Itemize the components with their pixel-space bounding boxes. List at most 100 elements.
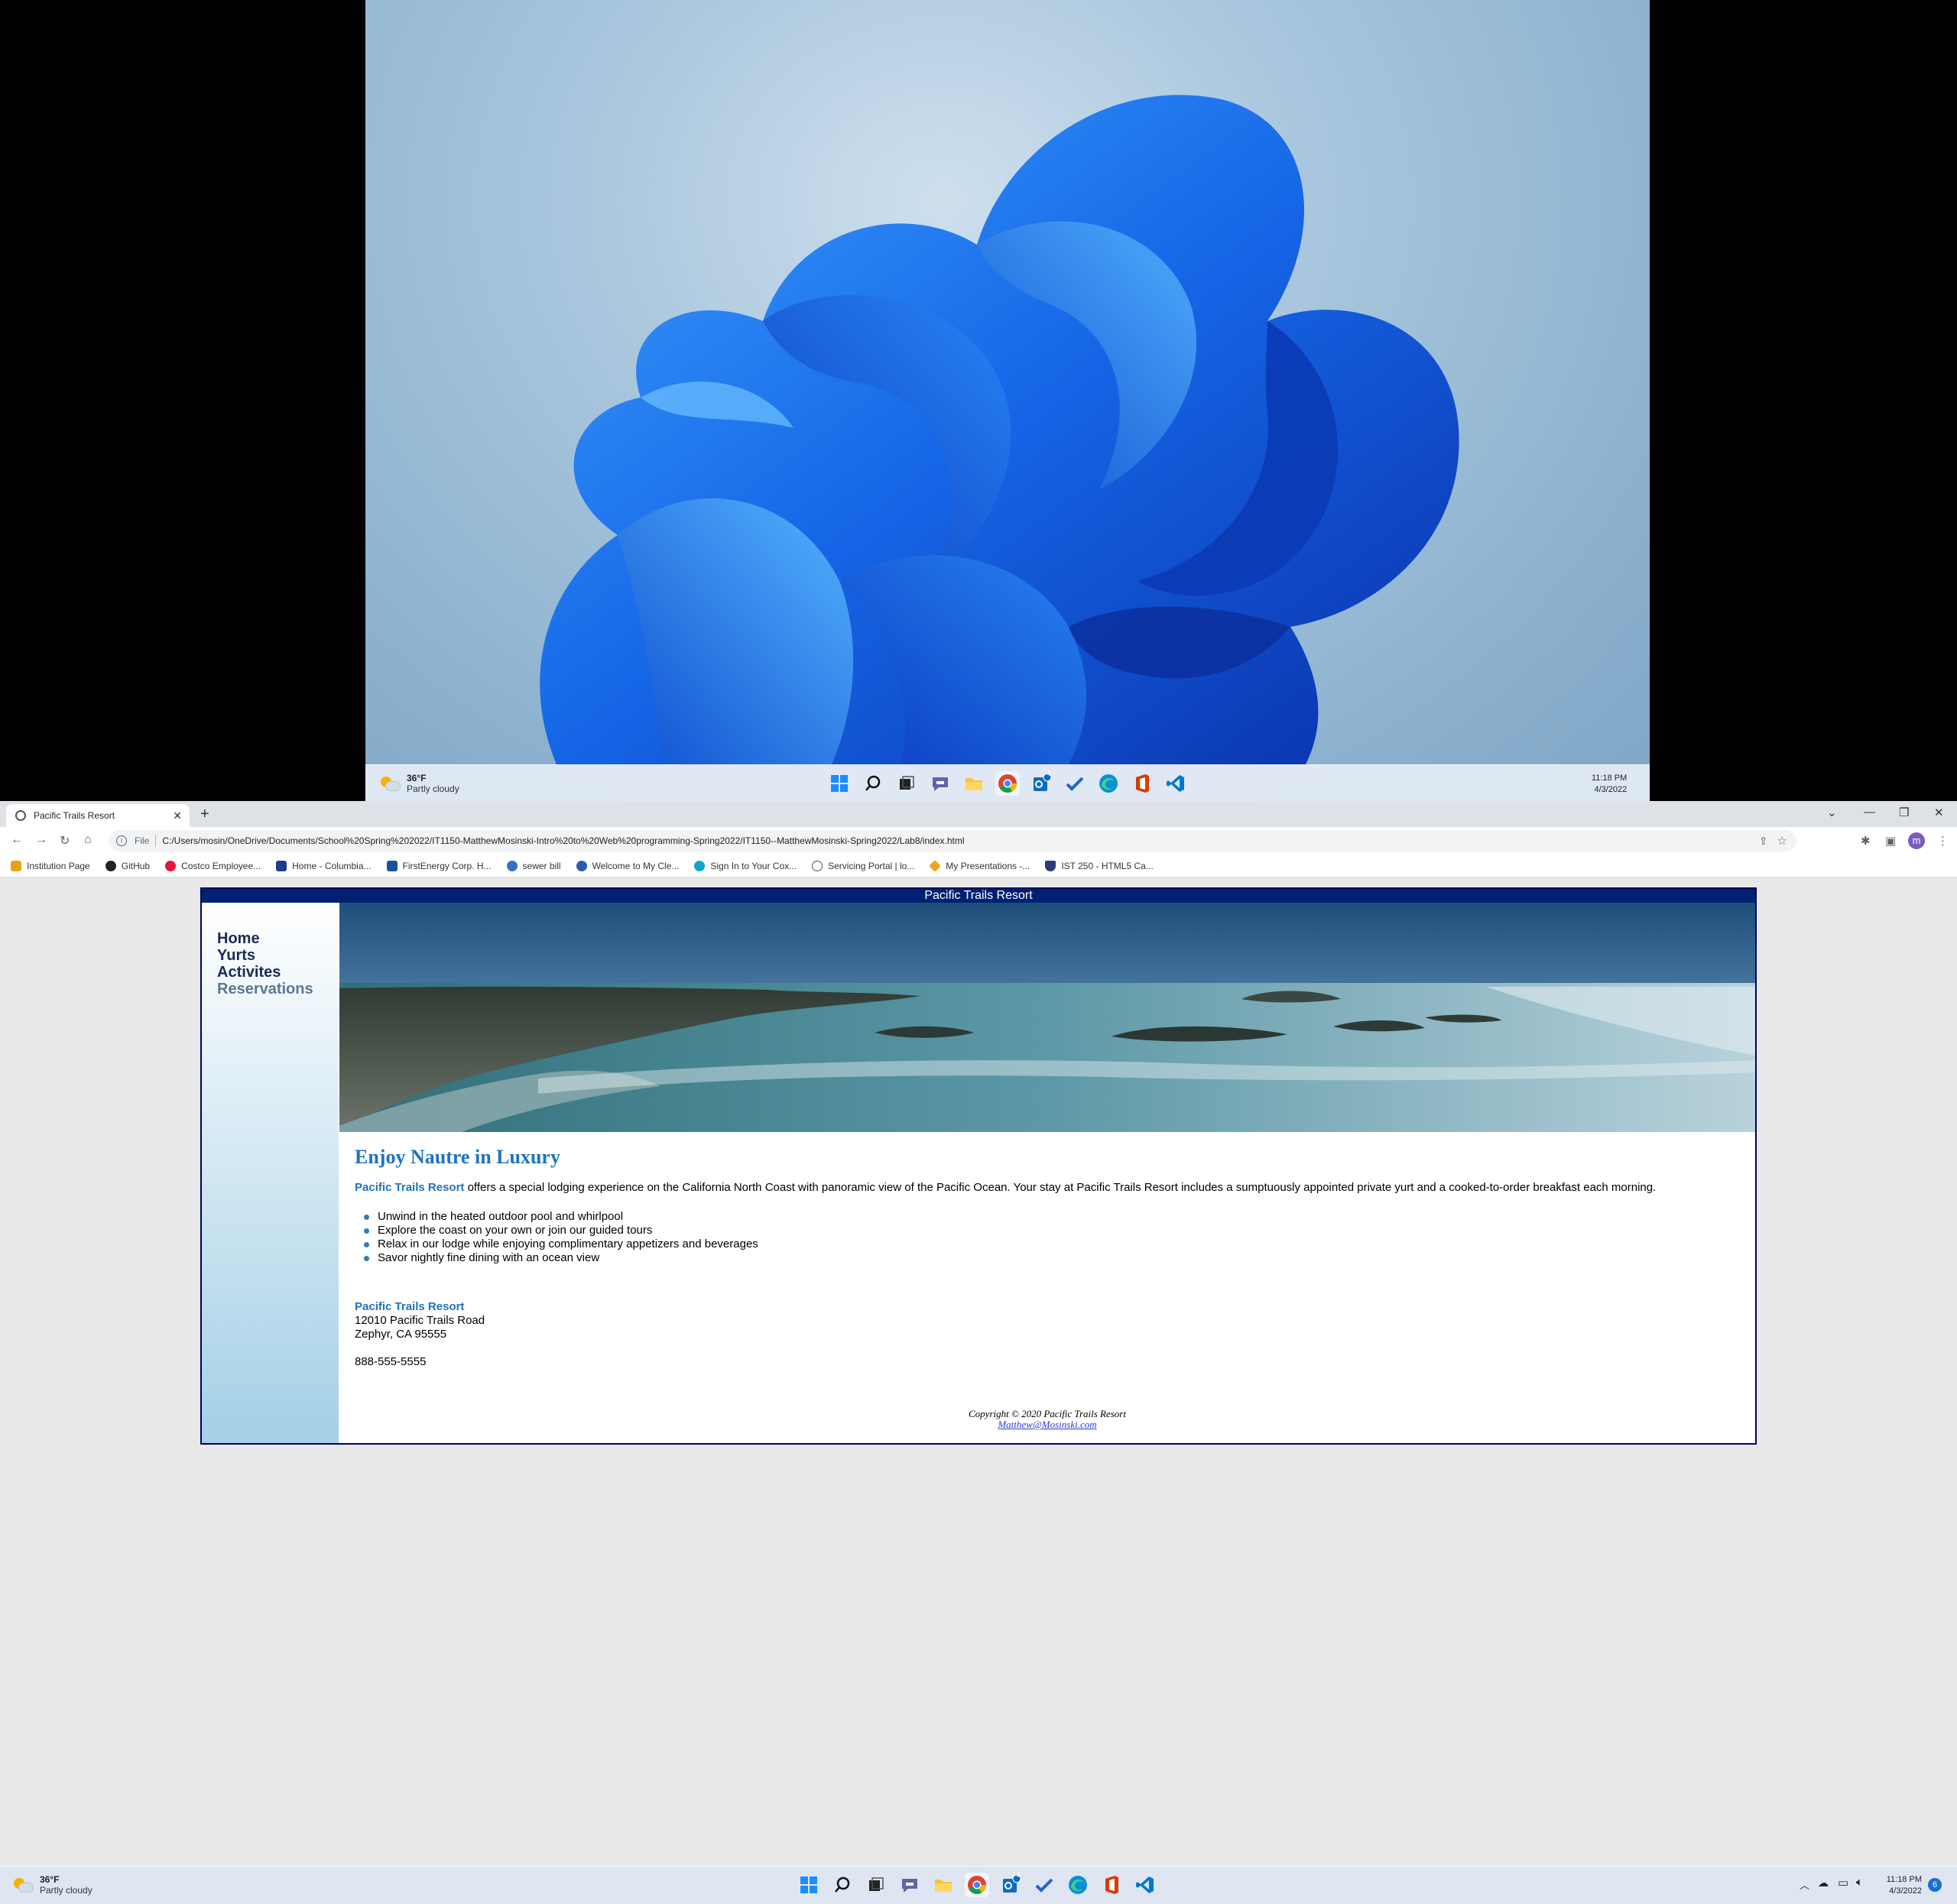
weather-widget[interactable]: 36°F Partly cloudy — [381, 773, 459, 794]
clock-time: 11:18 PM — [1886, 1875, 1922, 1884]
teams-chat-icon[interactable] — [897, 1873, 922, 1897]
address-line1: 12010 Pacific Trails Road — [355, 1314, 485, 1327]
taskbar-apps: 4 — [797, 1871, 1157, 1897]
page-heading: Enjoy Nautre in Luxury — [355, 1146, 560, 1168]
extensions-icon[interactable]: ✱ — [1861, 834, 1871, 848]
address-line2: Zephyr, CA 95555 — [355, 1328, 447, 1341]
bookmark-servicing-portal[interactable]: Servicing Portal | lo... — [812, 860, 914, 871]
contact-info: Pacific Trails Resort 12010 Pacific Trai… — [355, 1300, 1738, 1369]
edge-icon[interactable] — [1066, 1873, 1090, 1897]
share-icon[interactable]: ⇪ — [1759, 835, 1768, 848]
outlook-icon[interactable]: 4 — [1029, 770, 1053, 796]
task-view-icon[interactable] — [894, 771, 919, 796]
nav-activities[interactable]: Activites — [217, 964, 339, 981]
bookmark-presentations[interactable]: My Presentations -... — [929, 859, 1030, 872]
windows-start-icon[interactable] — [797, 1873, 821, 1897]
phone-number: 888-555-5555 — [355, 1355, 427, 1368]
site-nav: Home Yurts Activites Reservations — [202, 903, 339, 1443]
chrome-icon[interactable] — [965, 1873, 989, 1897]
forward-icon[interactable]: → — [35, 833, 47, 847]
system-clock[interactable]: 11:18 PM 4/3/2022 — [1876, 1874, 1922, 1897]
profile-avatar[interactable]: m — [1908, 832, 1925, 849]
edge-icon[interactable] — [1096, 771, 1121, 796]
weather-temperature: 36°F — [40, 1874, 60, 1885]
home-icon[interactable]: ⌂ — [84, 833, 92, 847]
minimize-icon[interactable]: — — [1864, 806, 1875, 819]
chevron-up-icon[interactable]: ︿ — [1800, 1877, 1809, 1892]
nav-reservations[interactable]: Reservations — [217, 981, 339, 997]
office-icon[interactable] — [1130, 771, 1154, 796]
site-wrapper: Pacific Trails Resort Home Yurts Activit… — [200, 887, 1757, 1445]
page-viewport: Pacific Trails Resort Home Yurts Activit… — [0, 878, 1957, 1866]
bookmark-favicon — [165, 860, 177, 871]
office-icon[interactable] — [1099, 1873, 1124, 1897]
site-header: Pacific Trails Resort — [202, 889, 1755, 903]
copyright-text: Copyright © 2020 Pacific Trails Resort — [969, 1408, 1126, 1419]
volume-icon[interactable]: 🔈︎ — [1856, 1876, 1863, 1889]
network-icon[interactable]: ▭ — [1838, 1876, 1848, 1889]
outlook-icon[interactable]: 4 — [998, 1871, 1023, 1897]
clock-date: 4/3/2022 — [1889, 1886, 1922, 1896]
bookmark-cox[interactable]: Sign In to Your Cox... — [694, 860, 797, 871]
bookmark-star-icon[interactable]: ☆ — [1777, 834, 1787, 848]
restore-icon[interactable]: ❐ — [1899, 806, 1909, 819]
task-view-icon[interactable] — [864, 1873, 888, 1897]
clock-time: 11:18 PM — [1592, 774, 1628, 783]
vscode-icon[interactable] — [1133, 1873, 1157, 1897]
windows-bloom-wallpaper — [540, 95, 1459, 764]
browser-tabstrip: Pacific Trails Resort ✕ + ⌄ — ❐ ✕ — [0, 801, 1957, 827]
file-explorer-icon[interactable] — [931, 1873, 956, 1897]
list-item: Relax in our lodge while enjoying compli… — [364, 1237, 1738, 1251]
todo-icon[interactable] — [1063, 771, 1087, 796]
bookmarks-bar: Institution Page GitHub Costco Employee.… — [0, 855, 1957, 877]
bookmark-firstenergy[interactable]: FirstEnergy Corp. H... — [386, 860, 492, 871]
bookmark-sewer-bill[interactable]: sewer bill — [506, 860, 561, 871]
intro-paragraph: Pacific Trails Resort offers a special l… — [355, 1181, 1738, 1195]
side-panel-icon[interactable]: ▣ — [1885, 834, 1896, 848]
tab-pacific-trails[interactable]: Pacific Trails Resort ✕ — [6, 804, 190, 827]
close-window-icon[interactable]: ✕ — [1934, 806, 1944, 819]
nav-yurts[interactable]: Yurts — [217, 947, 339, 964]
tab-search-icon[interactable]: ⌄ — [1827, 806, 1837, 819]
close-tab-icon[interactable]: ✕ — [173, 809, 182, 822]
email-link[interactable]: Matthew@Mosinski.com — [998, 1419, 1096, 1430]
search-icon[interactable] — [830, 1873, 855, 1897]
features-list: Unwind in the heated outdoor pool and wh… — [355, 1210, 1738, 1265]
list-item: Explore the coast on your own or join ou… — [364, 1224, 1738, 1237]
site-info-icon[interactable]: i — [116, 835, 127, 846]
weather-description: Partly cloudy — [40, 1885, 92, 1896]
onedrive-cloud-icon[interactable]: ☁ — [1818, 1876, 1829, 1889]
bookmark-ist250[interactable]: IST 250 - HTML5 Ca... — [1045, 860, 1154, 871]
partly-cloudy-icon — [381, 775, 401, 792]
bookmark-github[interactable]: GitHub — [105, 860, 150, 871]
vscode-icon[interactable] — [1163, 771, 1188, 796]
bookmark-costco[interactable]: Costco Employee... — [165, 860, 261, 871]
search-icon[interactable] — [861, 771, 885, 796]
site-footer: Copyright © 2020 Pacific Trails Resort M… — [339, 1409, 1755, 1430]
system-clock[interactable]: 11:18 PM 4/3/2022 — [1592, 773, 1627, 796]
weather-widget[interactable]: 36°F Partly cloudy — [14, 1874, 92, 1896]
list-item: Savor nightly fine dining with an ocean … — [364, 1251, 1738, 1265]
bookmark-favicon — [506, 860, 518, 871]
url-text[interactable]: C:/Users/mosin/OneDrive/Documents/School… — [162, 835, 964, 846]
secondary-desktop: 36°F Partly cloudy 4 11:18 PM 4/3/2022 — [365, 0, 1650, 801]
menu-kebab-icon[interactable]: ⋮ — [1937, 834, 1949, 848]
bookmark-institution-page[interactable]: Institution Page — [11, 860, 90, 871]
reload-icon[interactable]: ↻ — [60, 833, 70, 848]
nav-home[interactable]: Home — [217, 930, 339, 947]
mail-badge: 4 — [1047, 770, 1051, 777]
address-bar[interactable]: i File C:/Users/mosin/OneDrive/Documents… — [109, 830, 1796, 851]
new-tab-button[interactable]: + — [200, 806, 209, 823]
bookmark-welcome[interactable]: Welcome to My Cle... — [576, 860, 679, 871]
bookmark-columbia[interactable]: Home - Columbia... — [276, 860, 372, 871]
windows-start-icon[interactable] — [827, 771, 852, 796]
address-separator — [155, 835, 157, 847]
teams-chat-icon[interactable] — [928, 771, 953, 796]
notification-badge[interactable]: 6 — [1928, 1878, 1942, 1892]
todo-icon[interactable] — [1032, 1873, 1056, 1897]
bookmark-favicon — [276, 860, 287, 871]
mail-badge: 4 — [1016, 1871, 1021, 1879]
file-explorer-icon[interactable] — [962, 771, 986, 796]
back-icon[interactable]: ← — [11, 833, 23, 847]
chrome-icon[interactable] — [995, 771, 1020, 796]
